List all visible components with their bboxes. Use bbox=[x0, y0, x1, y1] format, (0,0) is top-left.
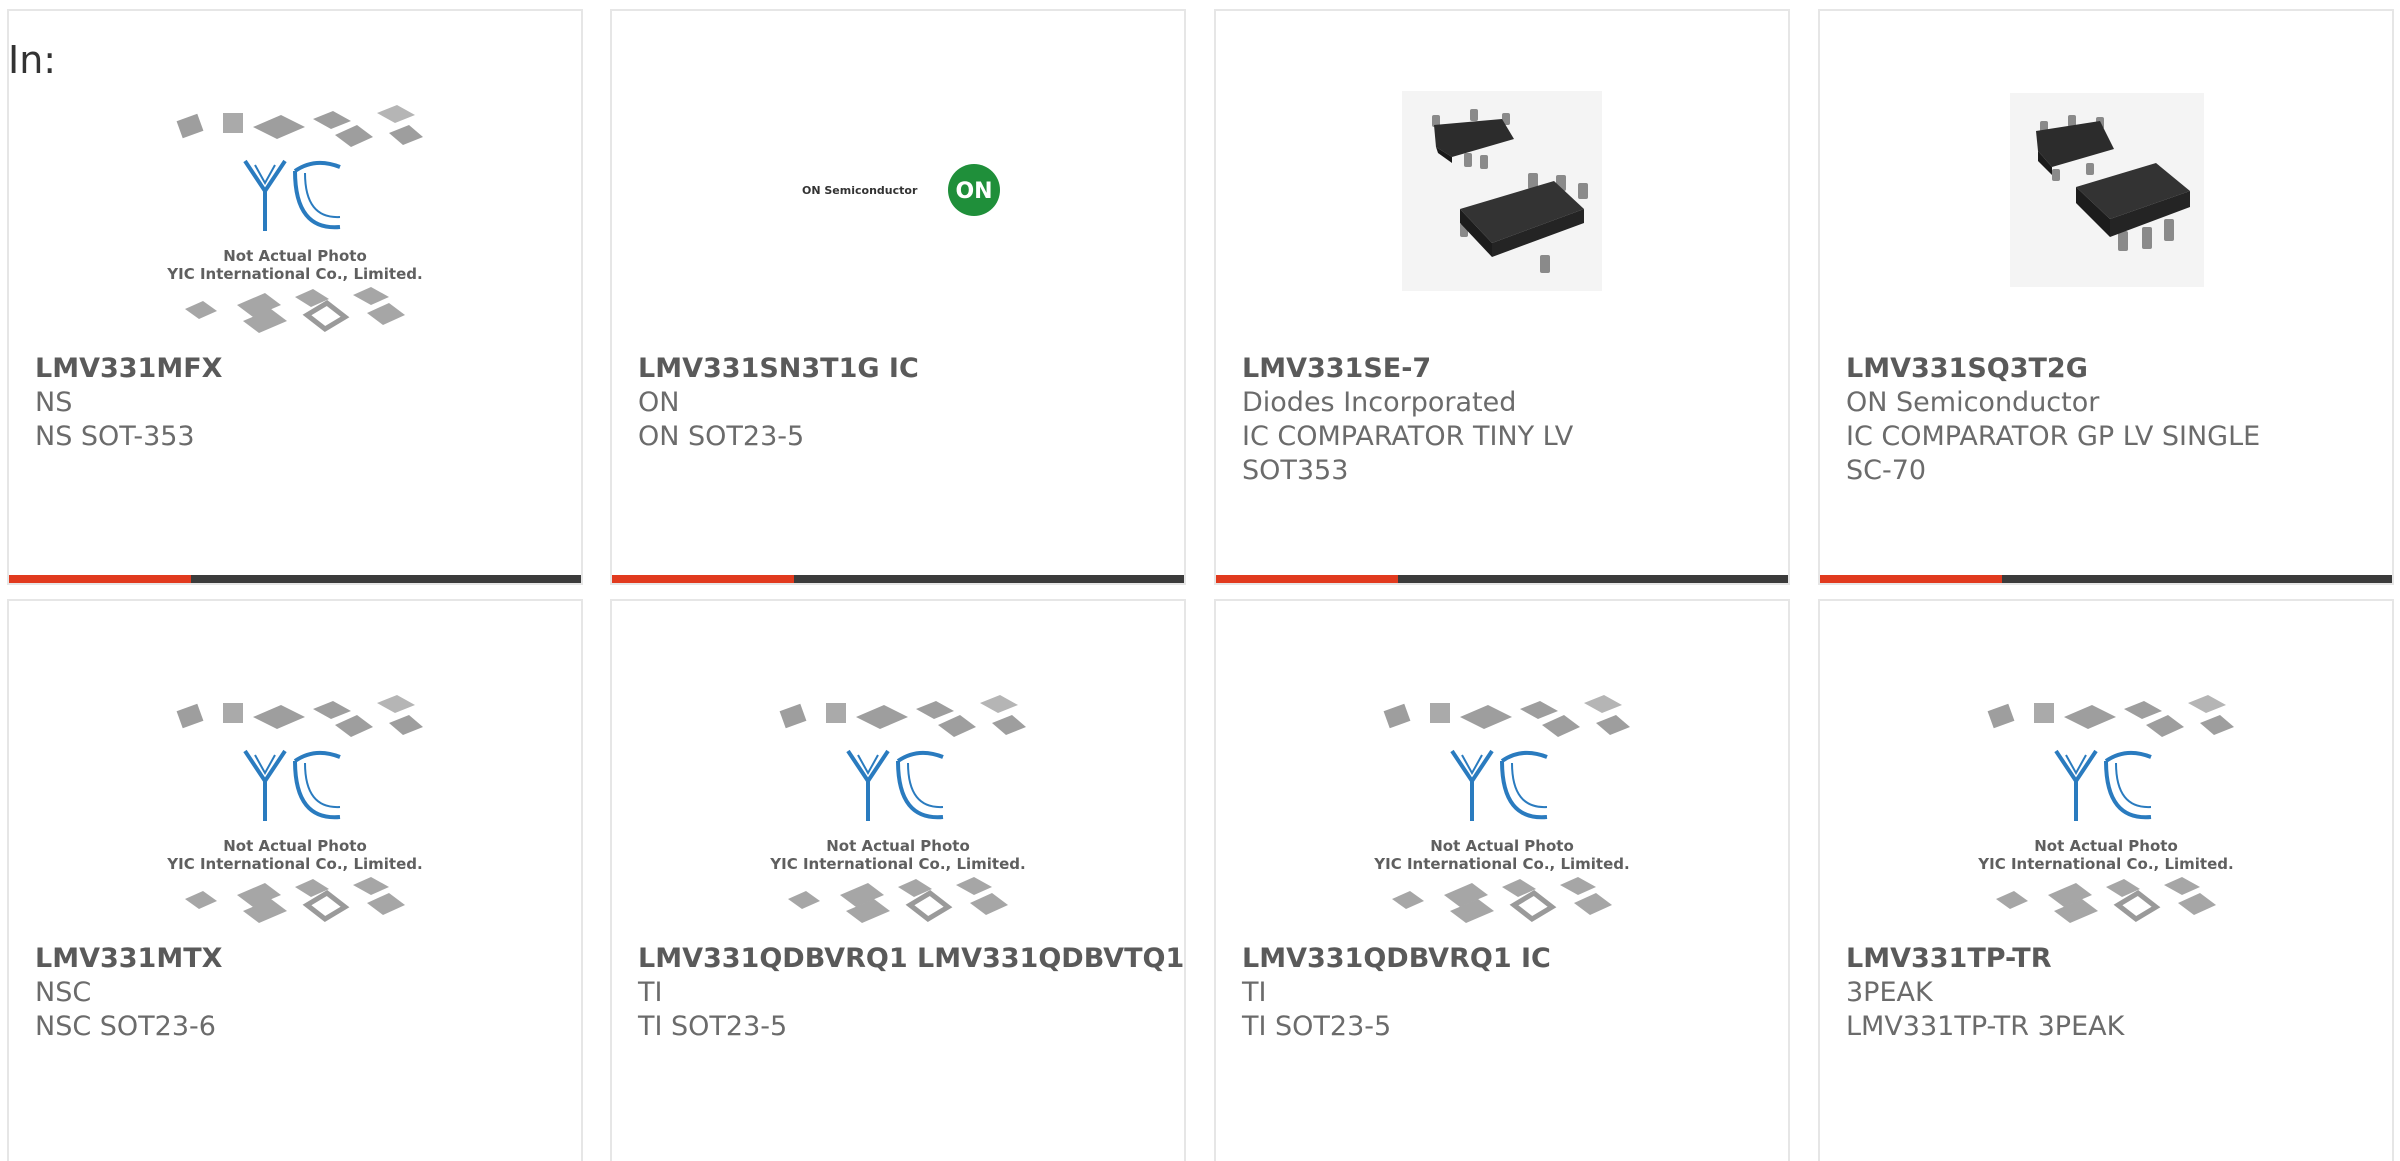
placeholder-line1: Not Actual Photo bbox=[826, 837, 970, 855]
part-number[interactable]: LMV331MTX bbox=[35, 942, 571, 976]
product-thumbnail[interactable]: Not Actual Photo YIC International Co., … bbox=[1216, 681, 1788, 941]
not-actual-photo-placeholder-icon: Not Actual Photo YIC International Co., … bbox=[1977, 695, 2234, 923]
product-info: LMV331QDBVRQ1 LMV331QDBVTQ1 TI TI SOT23-… bbox=[638, 942, 1184, 1044]
description: LMV331TP-TR 3PEAK bbox=[1846, 1011, 2125, 1042]
product-info: LMV331TP-TR 3PEAK LMV331TP-TR 3PEAK bbox=[1846, 942, 2382, 1044]
product-card[interactable]: Not Actual Photo YIC International Co., … bbox=[7, 599, 583, 1161]
product-card[interactable]: Not Actual Photo YIC International Co., … bbox=[1818, 599, 2394, 1161]
product-thumbnail[interactable]: ON Semiconductor ON bbox=[612, 91, 1184, 351]
brand: NS bbox=[35, 387, 73, 418]
brand: ON bbox=[638, 387, 680, 418]
product-thumbnail[interactable]: Not Actual Photo YIC International Co., … bbox=[1820, 681, 2392, 941]
placeholder-line2: YIC International Co., Limited. bbox=[769, 855, 1025, 873]
part-number[interactable]: LMV331QDBVRQ1 IC bbox=[1242, 942, 1778, 976]
card-accent bbox=[1820, 575, 2002, 583]
brand: ON Semiconductor bbox=[1846, 387, 2100, 418]
card-bottom-bar bbox=[9, 575, 581, 583]
placeholder-line2: YIC International Co., Limited. bbox=[1977, 855, 2233, 873]
on-badge: ON bbox=[955, 179, 992, 204]
description: NS SOT-353 bbox=[35, 421, 195, 452]
card-accent bbox=[9, 575, 191, 583]
card-bottom-bar bbox=[1820, 575, 2392, 583]
description: NSC SOT23-6 bbox=[35, 1011, 216, 1042]
product-thumbnail[interactable]: Not Actual Photo YIC International Co., … bbox=[612, 681, 1184, 941]
product-info: LMV331SE-7 Diodes Incorporated IC COMPAR… bbox=[1242, 352, 1778, 488]
brand: TI bbox=[1242, 977, 1267, 1008]
description: IC COMPARATOR GP LV SINGLE SC-70 bbox=[1846, 421, 2261, 486]
product-info: LMV331MFX NS NS SOT-353 bbox=[35, 352, 571, 454]
product-card[interactable]: Not Actual Photo YIC International Co., … bbox=[7, 9, 583, 585]
card-bottom-bar bbox=[1216, 575, 1788, 583]
not-actual-photo-placeholder-icon: Not Actual Photo YIC International Co., … bbox=[166, 105, 423, 333]
part-number[interactable]: LMV331SN3T1G IC bbox=[638, 352, 1174, 386]
placeholder-line1: Not Actual Photo bbox=[1430, 837, 1574, 855]
not-actual-photo-placeholder-icon: Not Actual Photo YIC International Co., … bbox=[166, 695, 423, 923]
part-number[interactable]: LMV331TP-TR bbox=[1846, 942, 2382, 976]
placeholder-line1: Not Actual Photo bbox=[2034, 837, 2178, 855]
chip-photo-icon bbox=[2010, 93, 2204, 287]
product-card[interactable]: LMV331SE-7 Diodes Incorporated IC COMPAR… bbox=[1214, 9, 1790, 585]
placeholder-line2: YIC International Co., Limited. bbox=[166, 265, 422, 283]
chip-photo-icon bbox=[1402, 91, 1602, 291]
product-thumbnail[interactable]: Not Actual Photo YIC International Co., … bbox=[9, 681, 581, 941]
product-info: LMV331SQ3T2G ON Semiconductor IC COMPARA… bbox=[1846, 352, 2382, 488]
card-accent bbox=[1216, 575, 1398, 583]
product-thumbnail[interactable]: Not Actual Photo YIC International Co., … bbox=[9, 91, 581, 351]
product-card[interactable]: Not Actual Photo YIC International Co., … bbox=[610, 599, 1186, 1161]
product-thumbnail[interactable] bbox=[1216, 91, 1788, 351]
product-card[interactable]: LMV331SQ3T2G ON Semiconductor IC COMPARA… bbox=[1818, 9, 2394, 585]
part-number[interactable]: LMV331MFX bbox=[35, 352, 571, 386]
placeholder-line2: YIC International Co., Limited. bbox=[1373, 855, 1629, 873]
placeholder-line1: Not Actual Photo bbox=[223, 837, 367, 855]
description: IC COMPARATOR TINY LV SOT353 bbox=[1242, 421, 1574, 486]
card-accent bbox=[612, 575, 794, 583]
brand: 3PEAK bbox=[1846, 977, 1933, 1008]
not-actual-photo-placeholder-icon: Not Actual Photo YIC International Co., … bbox=[769, 695, 1026, 923]
product-info: LMV331MTX NSC NSC SOT23-6 bbox=[35, 942, 571, 1044]
description: ON SOT23-5 bbox=[638, 421, 805, 452]
not-actual-photo-placeholder-icon: Not Actual Photo YIC International Co., … bbox=[1373, 695, 1630, 923]
card-bottom-bar bbox=[612, 575, 1184, 583]
product-grid: Not Actual Photo YIC International Co., … bbox=[0, 0, 2400, 1161]
placeholder-line2: YIC International Co., Limited. bbox=[166, 855, 422, 873]
placeholder-line1: Not Actual Photo bbox=[223, 247, 367, 265]
brand: Diodes Incorporated bbox=[1242, 387, 1517, 418]
on-semiconductor-logo-icon: ON Semiconductor ON bbox=[802, 164, 1000, 216]
part-number[interactable]: LMV331QDBVRQ1 LMV331QDBVTQ1 bbox=[638, 942, 1184, 976]
description: TI SOT23-5 bbox=[1242, 1011, 1392, 1042]
brand: NSC bbox=[35, 977, 92, 1008]
product-thumbnail[interactable] bbox=[1820, 91, 2392, 351]
brand: TI bbox=[638, 977, 663, 1008]
on-wordmark: ON Semiconductor bbox=[802, 184, 918, 197]
product-card[interactable]: Not Actual Photo YIC International Co., … bbox=[1214, 599, 1790, 1161]
part-number[interactable]: LMV331SQ3T2G bbox=[1846, 352, 2382, 386]
part-number[interactable]: LMV331SE-7 bbox=[1242, 352, 1778, 386]
in-label: In: bbox=[8, 38, 57, 82]
description: TI SOT23-5 bbox=[638, 1011, 788, 1042]
product-card[interactable]: ON Semiconductor ON LMV331SN3T1G IC ON O… bbox=[610, 9, 1186, 585]
product-info: LMV331QDBVRQ1 IC TI TI SOT23-5 bbox=[1242, 942, 1778, 1044]
product-info: LMV331SN3T1G IC ON ON SOT23-5 bbox=[638, 352, 1174, 454]
product-results-page: In: Not Actual Photo YIC International C… bbox=[0, 0, 2400, 1161]
